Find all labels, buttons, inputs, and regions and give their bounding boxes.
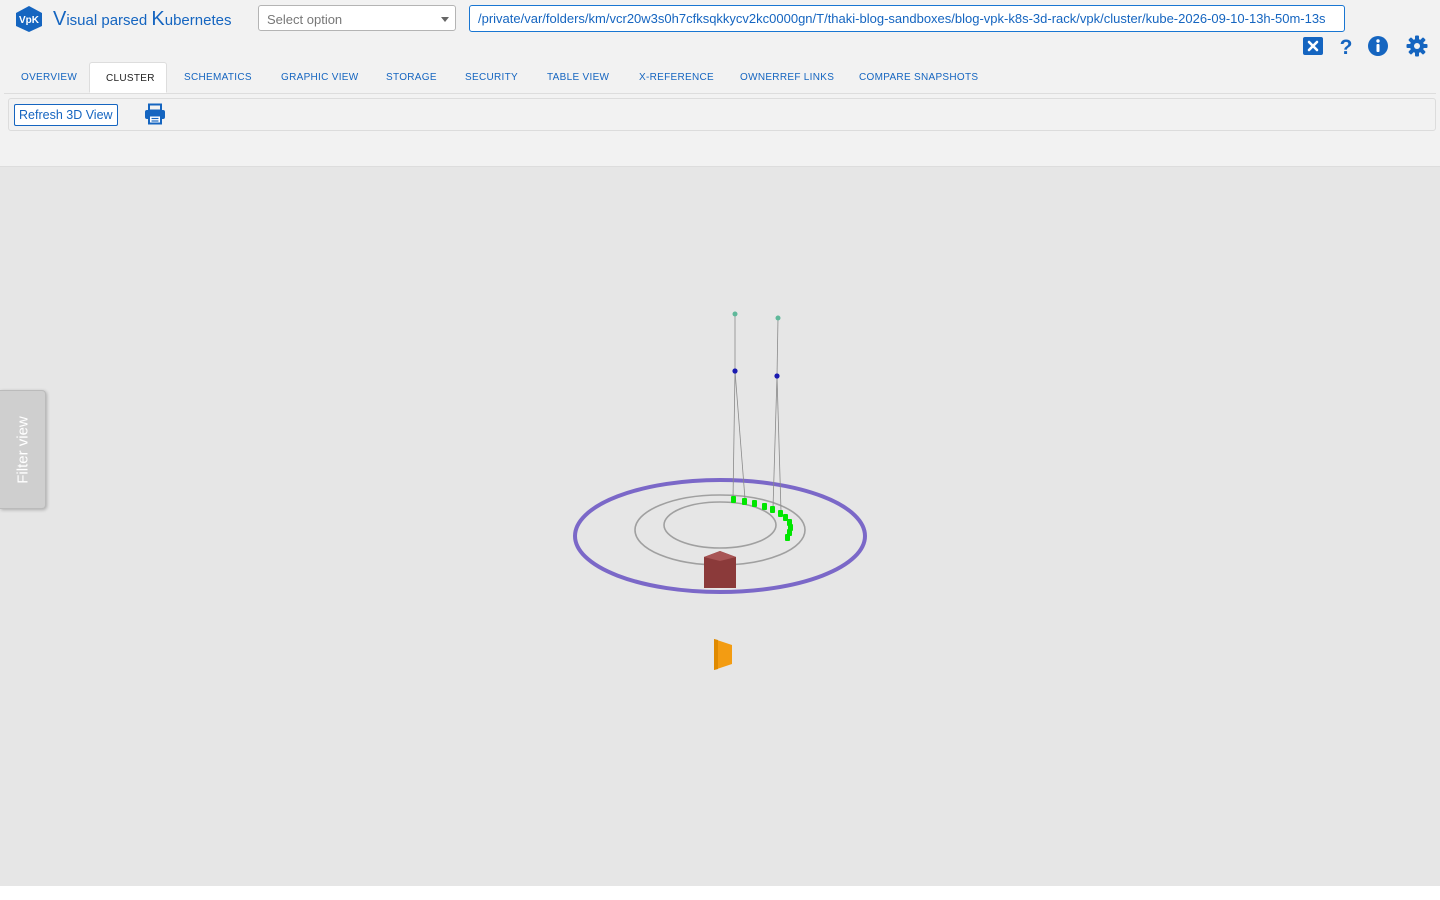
cluster-3d-viewport[interactable]: Filter view (0, 166, 1440, 886)
tab-schematics[interactable]: SCHEMATICS (168, 62, 268, 93)
chevron-down-icon (441, 17, 449, 22)
top-bar: VpK Visual parsed Kubernetes Select opti… (0, 0, 1440, 62)
cluster-toolbar: Refresh 3D View (8, 98, 1436, 131)
tab-table-view[interactable]: TABLE VIEW (531, 62, 625, 93)
refresh-3d-view-button[interactable]: Refresh 3D View (14, 104, 118, 126)
filter-view-label: Filter view (14, 415, 31, 484)
cluster-3d-scene (573, 311, 867, 670)
endpoint-mid-marker (732, 368, 738, 374)
help-icon[interactable]: ? (1335, 35, 1357, 57)
tab-ownerref-links[interactable]: OWNERREF LINKS (724, 62, 850, 93)
main-tabs: OVERVIEW CLUSTER SCHEMATICS GRAPHIC VIEW… (4, 62, 1436, 94)
tab-overview[interactable]: OVERVIEW (5, 62, 93, 93)
tab-compare-snapshots[interactable]: COMPARE SNAPSHOTS (843, 62, 994, 93)
vpk-logo-icon: VpK (16, 6, 42, 32)
filter-view-tab[interactable]: Filter view (0, 390, 46, 509)
snapshot-path-text: /private/var/folders/km/vcr20w3s0h7cfksq… (478, 11, 1326, 26)
pod-marker (785, 534, 790, 541)
cluster-select-placeholder: Select option (267, 12, 343, 27)
close-icon[interactable] (1302, 35, 1324, 57)
tab-security[interactable]: SECURITY (449, 62, 534, 93)
endpoint-mid-marker (774, 373, 780, 379)
snapshot-path-field[interactable]: /private/var/folders/km/vcr20w3s0h7cfksq… (469, 5, 1345, 32)
bottom-strip (0, 886, 1440, 900)
svg-text:?: ? (1340, 36, 1353, 57)
tab-graphic-view[interactable]: GRAPHIC VIEW (265, 62, 375, 93)
tab-storage[interactable]: STORAGE (370, 62, 453, 93)
cluster-select[interactable]: Select option (258, 5, 456, 31)
pod-marker (778, 510, 783, 517)
settings-icon[interactable] (1406, 35, 1428, 57)
control-plane-marker (714, 639, 732, 670)
pod-marker (742, 498, 747, 505)
pod-marker (731, 496, 736, 503)
print-icon[interactable] (144, 103, 166, 125)
inner-cluster-ring (663, 501, 777, 549)
svg-text:VpK: VpK (19, 15, 40, 26)
info-icon[interactable] (1367, 35, 1389, 57)
pod-marker (752, 500, 757, 507)
tab-cluster[interactable]: CLUSTER (89, 62, 167, 93)
tab-x-reference[interactable]: X-REFERENCE (623, 62, 730, 93)
worker-node-box (704, 551, 736, 588)
pod-marker (762, 503, 767, 510)
endpoint-top-marker (732, 311, 738, 317)
app-title: Visual parsed Kubernetes (53, 8, 232, 30)
endpoint-top-marker (775, 315, 781, 321)
pod-marker (770, 506, 775, 513)
